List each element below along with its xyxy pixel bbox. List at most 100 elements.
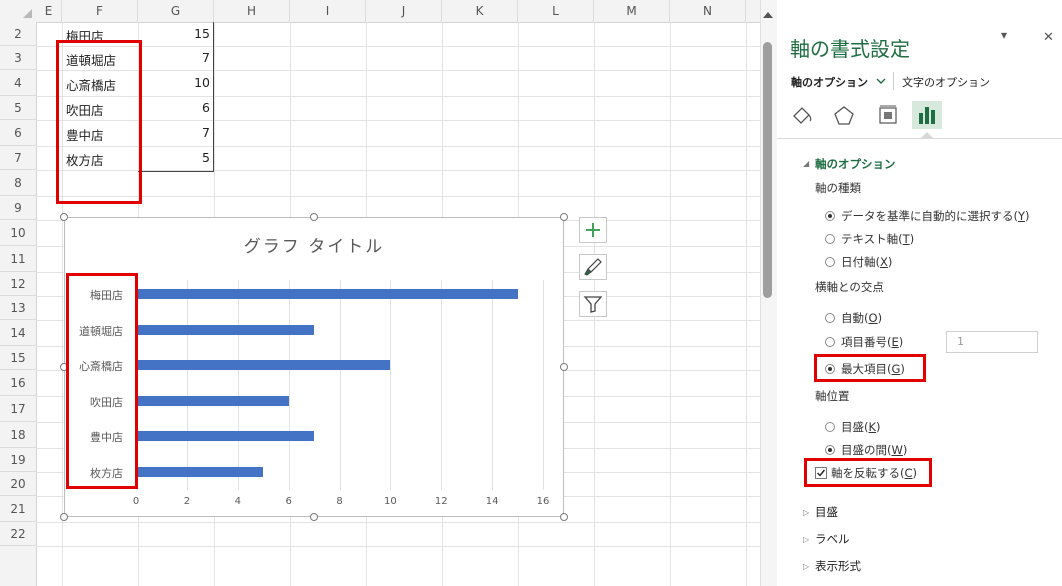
- x-tick-label[interactable]: 16: [528, 496, 558, 507]
- option-text-axis[interactable]: テキスト軸(T): [841, 231, 914, 247]
- row-header[interactable]: 3: [0, 46, 36, 70]
- row-header[interactable]: 9: [0, 196, 36, 220]
- x-tick-label[interactable]: 8: [325, 496, 355, 507]
- x-tick-label[interactable]: 6: [274, 496, 304, 507]
- column-header-j[interactable]: J: [366, 0, 442, 22]
- row-header[interactable]: 10: [0, 220, 36, 246]
- tab-text-options[interactable]: 文字のオプション: [902, 74, 990, 90]
- row-header[interactable]: 18: [0, 422, 36, 448]
- spreadsheet-grid[interactable]: E F G H I J K L M N 2 3 4 5 6 7 8 9 10 1…: [0, 0, 760, 586]
- highlight-store-names: [56, 40, 142, 204]
- radio-between-ticks[interactable]: [825, 445, 835, 455]
- pane-options-dropdown-icon[interactable]: ▾: [1001, 28, 1007, 42]
- option-date-axis[interactable]: 日付軸(X): [841, 254, 892, 270]
- column-header-k[interactable]: K: [442, 0, 518, 22]
- tab-axis-options[interactable]: 軸のオプション: [791, 74, 868, 90]
- bar[interactable]: [136, 360, 391, 370]
- chevron-down-icon[interactable]: [876, 77, 886, 85]
- tab-divider: [893, 72, 894, 90]
- section-number-format[interactable]: 表示形式: [815, 558, 861, 574]
- bar[interactable]: [136, 289, 518, 299]
- select-all-corner[interactable]: [0, 0, 36, 22]
- resize-handle[interactable]: [310, 513, 318, 521]
- option-auto-select[interactable]: データを基準に自動的に選択する(Y): [841, 208, 1030, 224]
- fill-line-icon[interactable]: [790, 104, 814, 126]
- row-header[interactable]: 6: [0, 120, 36, 146]
- column-header-l[interactable]: L: [518, 0, 594, 22]
- resize-handle[interactable]: [560, 363, 568, 371]
- chart-gridline: [543, 280, 544, 490]
- radio-on-tick[interactable]: [825, 422, 835, 432]
- cross-number-input[interactable]: 1: [946, 331, 1038, 353]
- collapse-triangle-icon[interactable]: ▷: [803, 562, 809, 571]
- resize-handle[interactable]: [560, 213, 568, 221]
- radio-auto-select[interactable]: [825, 211, 835, 221]
- bar[interactable]: [136, 466, 264, 477]
- chart-filter-button[interactable]: [579, 291, 607, 317]
- expand-triangle-icon[interactable]: ◢: [803, 159, 809, 168]
- radio-date-axis[interactable]: [825, 257, 835, 267]
- x-tick-label[interactable]: 14: [477, 496, 507, 507]
- collapse-triangle-icon[interactable]: ▷: [803, 535, 809, 544]
- chart-elements-button[interactable]: [579, 217, 607, 243]
- row-header[interactable]: 8: [0, 170, 36, 196]
- cross-label: 横軸との交点: [815, 280, 884, 294]
- x-tick-label[interactable]: 2: [172, 496, 202, 507]
- row-header[interactable]: 22: [0, 522, 36, 546]
- section-labels[interactable]: ラベル: [815, 531, 850, 547]
- row-header[interactable]: 11: [0, 246, 36, 272]
- row-header[interactable]: 12: [0, 272, 36, 296]
- bar[interactable]: [136, 431, 315, 441]
- option-cross-auto[interactable]: 自動(O): [841, 310, 882, 326]
- column-header-g[interactable]: G: [138, 0, 214, 22]
- row-header[interactable]: 19: [0, 448, 36, 472]
- column-header-e[interactable]: E: [36, 0, 62, 22]
- chart-styles-button[interactable]: [579, 254, 607, 280]
- resize-handle[interactable]: [60, 213, 68, 221]
- x-tick-label[interactable]: 4: [223, 496, 253, 507]
- resize-handle[interactable]: [310, 213, 318, 221]
- table-border: [138, 22, 214, 172]
- section-axis-options[interactable]: 軸のオプション: [815, 156, 896, 172]
- scroll-up-arrow-icon[interactable]: [763, 12, 773, 18]
- section-tick-marks[interactable]: 目盛: [815, 504, 838, 520]
- row-header[interactable]: 7: [0, 146, 36, 170]
- row-header[interactable]: 15: [0, 346, 36, 370]
- x-tick-label[interactable]: 10: [375, 496, 405, 507]
- option-on-tick[interactable]: 目盛(K): [841, 419, 881, 435]
- row-header[interactable]: 14: [0, 320, 36, 346]
- option-between-ticks[interactable]: 目盛の間(W): [841, 442, 907, 458]
- radio-text-axis[interactable]: [825, 234, 835, 244]
- option-cross-number[interactable]: 項目番号(E): [841, 334, 903, 350]
- scrollbar-thumb[interactable]: [763, 42, 772, 298]
- radio-cross-auto[interactable]: [825, 313, 835, 323]
- bar[interactable]: [136, 395, 289, 406]
- column-header-n[interactable]: N: [670, 0, 746, 22]
- row-header[interactable]: 20: [0, 472, 36, 496]
- radio-cross-number[interactable]: [825, 337, 835, 347]
- size-properties-icon[interactable]: [876, 104, 900, 126]
- x-tick-label[interactable]: 0: [121, 496, 151, 507]
- row-header[interactable]: 2: [0, 22, 36, 46]
- row-header[interactable]: 13: [0, 296, 36, 320]
- chart-gridline: [186, 280, 188, 490]
- column-header-m[interactable]: M: [594, 0, 670, 22]
- x-tick-label[interactable]: 12: [426, 496, 456, 507]
- collapse-triangle-icon[interactable]: ▷: [803, 508, 809, 517]
- axis-options-chart-icon[interactable]: [912, 101, 942, 129]
- bar-chart[interactable]: グラフ タイトル 0 2 4 6 8 10 12 14 16 梅田店 道頓堀店 心斎橋店 吹田店 豊中店枚…: [64, 217, 564, 517]
- row-header[interactable]: 4: [0, 70, 36, 96]
- close-icon[interactable]: ✕: [1043, 30, 1054, 45]
- effects-pentagon-icon[interactable]: [832, 104, 856, 126]
- bar[interactable]: [136, 324, 315, 335]
- resize-handle[interactable]: [60, 513, 68, 521]
- chart-title[interactable]: グラフ タイトル: [65, 232, 563, 257]
- row-header[interactable]: 17: [0, 396, 36, 422]
- resize-handle[interactable]: [560, 513, 568, 521]
- row-header[interactable]: 5: [0, 96, 36, 120]
- row-header[interactable]: 21: [0, 496, 36, 522]
- column-header-h[interactable]: H: [214, 0, 290, 22]
- column-header-f[interactable]: F: [62, 0, 138, 22]
- row-header[interactable]: 16: [0, 370, 36, 396]
- column-header-i[interactable]: I: [290, 0, 366, 22]
